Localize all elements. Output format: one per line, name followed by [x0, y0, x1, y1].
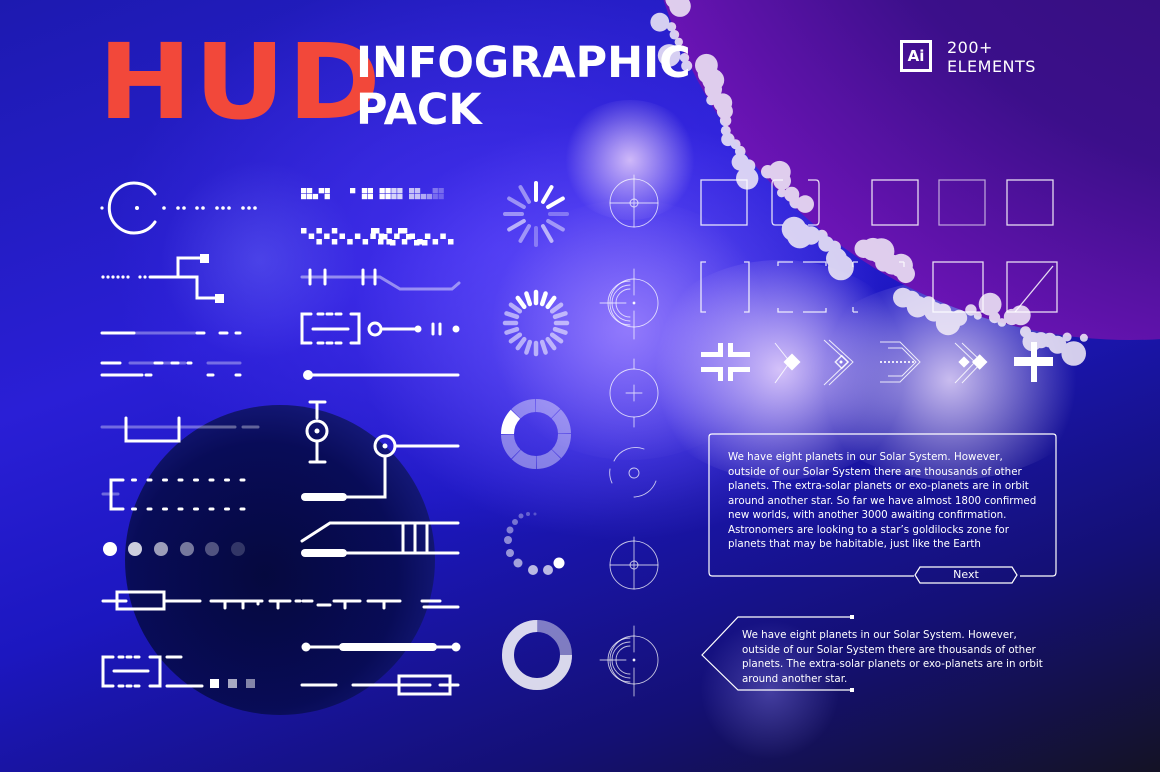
hud-poster: HUD INFOGRAPHIC PACK Ai 200+ ELEMENTS We…: [0, 0, 1160, 772]
small-panel-text: We have eight planets in our Solar Syste…: [742, 629, 1043, 685]
next-button[interactable]: Next: [914, 566, 1018, 583]
large-panel-text: We have eight planets in our Solar Syste…: [728, 451, 1037, 550]
